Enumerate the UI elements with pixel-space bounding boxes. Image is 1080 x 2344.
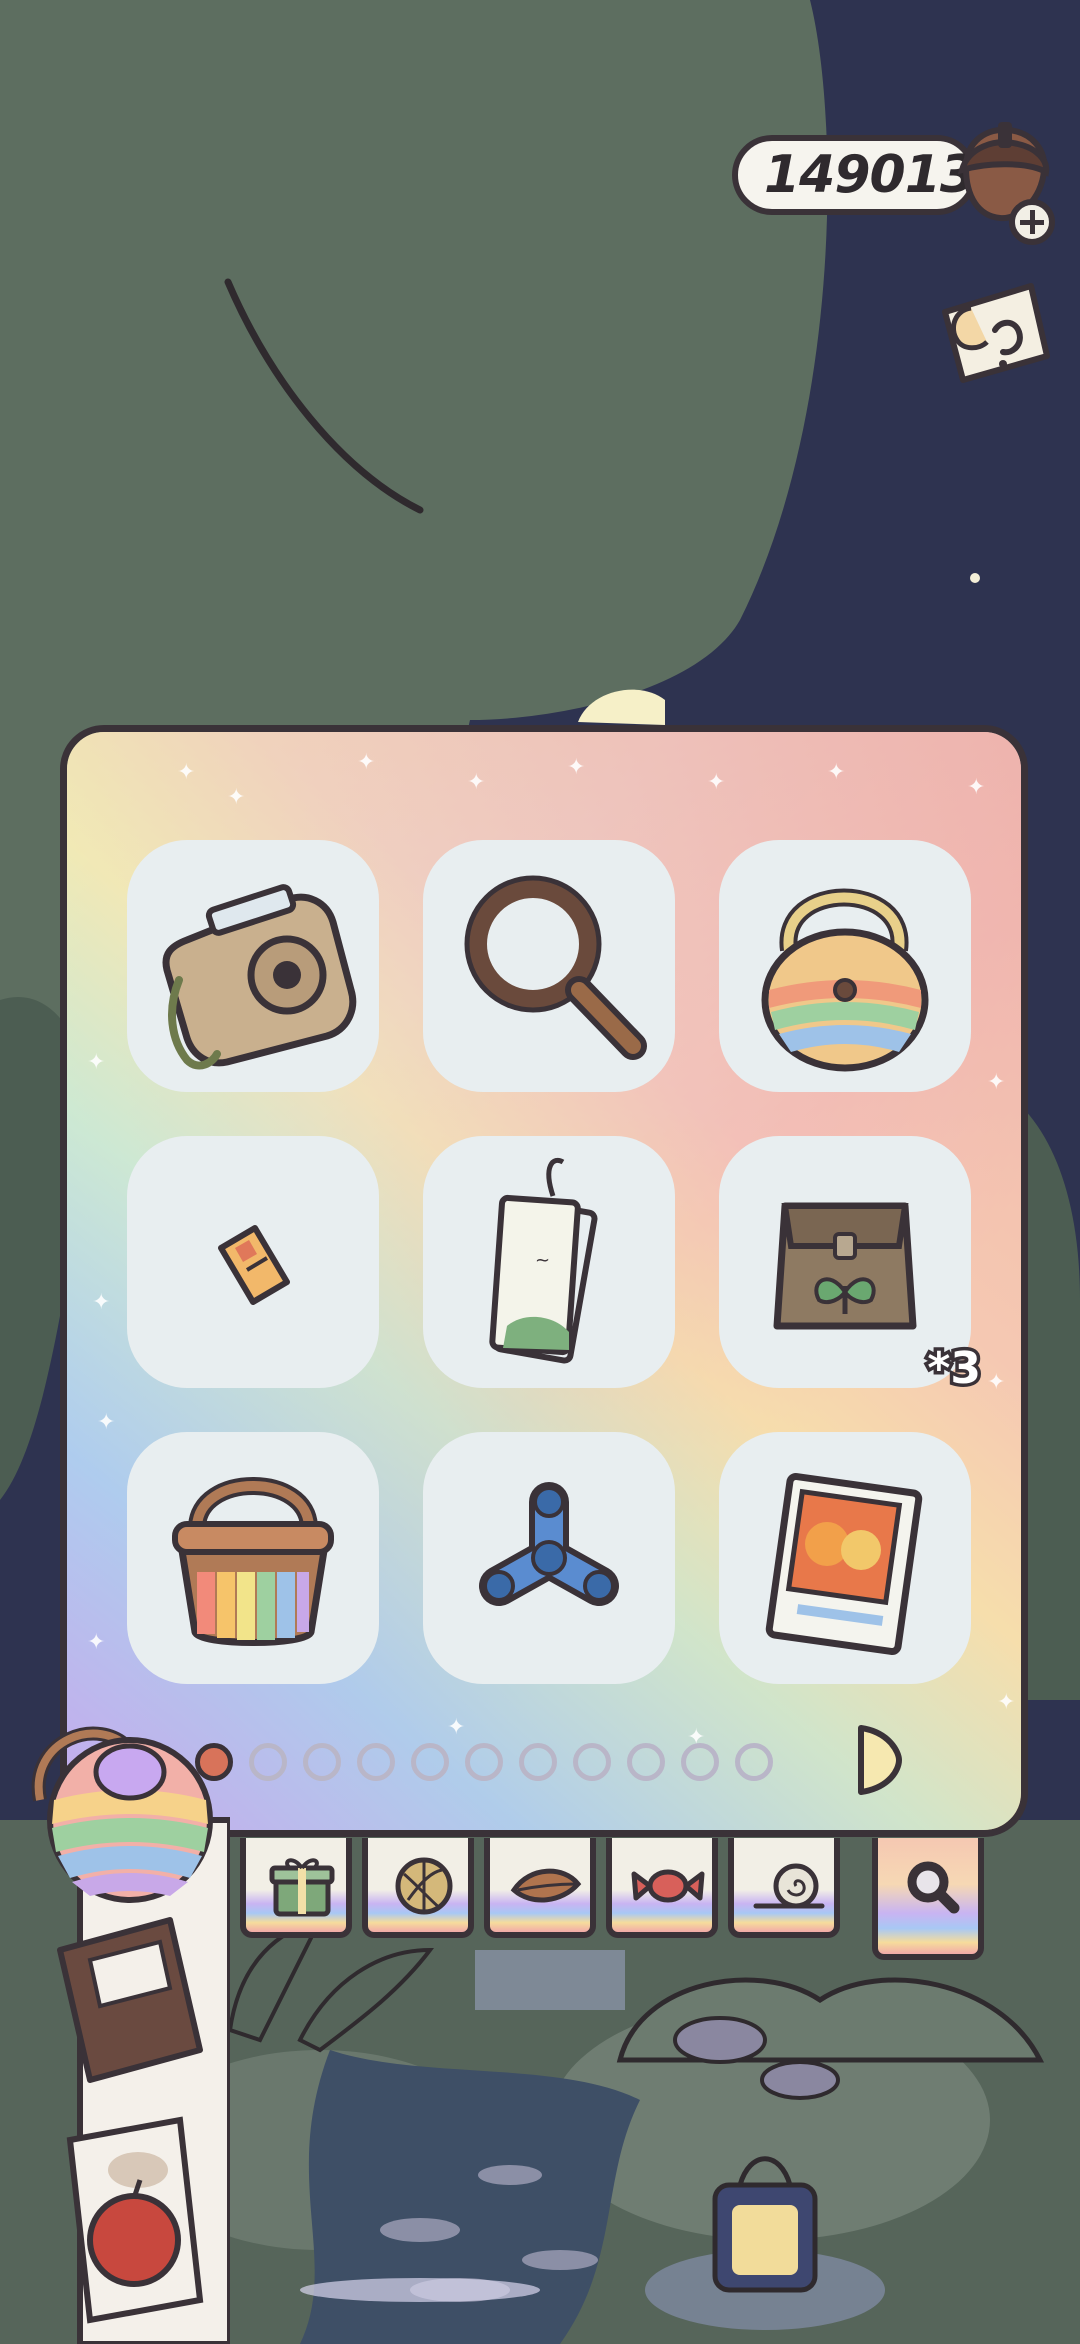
bookmark-tag-icon: ~ bbox=[489, 1158, 598, 1364]
currency-amount: 149013 bbox=[764, 145, 976, 205]
item-slot-rainbow-bucket[interactable] bbox=[127, 1432, 379, 1684]
sparkle-icon: ✦ bbox=[967, 775, 986, 800]
page-dot[interactable] bbox=[735, 1743, 773, 1781]
rainbow-fluffy-bag-icon bbox=[761, 888, 929, 1072]
candy-icon bbox=[631, 1869, 705, 1903]
side-shelf bbox=[31, 1726, 230, 2344]
gift-tab[interactable] bbox=[240, 1838, 352, 1938]
currency-counter: 149013 bbox=[732, 135, 977, 215]
sparkle-icon: ✦ bbox=[97, 1410, 116, 1435]
sparkle-icon: ✦ bbox=[87, 1050, 106, 1075]
yarn-tab[interactable] bbox=[362, 1838, 474, 1938]
sparkle-icon: ✦ bbox=[567, 755, 586, 780]
page-dot[interactable] bbox=[627, 1743, 665, 1781]
sparkle-icon: ✦ bbox=[467, 770, 486, 795]
rainbow-bucket-icon bbox=[172, 1477, 334, 1646]
search-tab[interactable] bbox=[872, 1838, 984, 1960]
snail-tab[interactable] bbox=[728, 1838, 840, 1938]
acorn-icon[interactable] bbox=[948, 110, 1058, 245]
magnifier-icon bbox=[907, 1861, 960, 1914]
sparkle-icon: ✦ bbox=[987, 1070, 1006, 1095]
sparkle-icon: ✦ bbox=[177, 760, 196, 785]
sparkle-icon: ✦ bbox=[227, 785, 246, 810]
page-dot[interactable] bbox=[465, 1743, 503, 1781]
leaf-tab[interactable] bbox=[484, 1838, 596, 1938]
page-dot[interactable] bbox=[357, 1743, 395, 1781]
candy-tab[interactable] bbox=[606, 1838, 718, 1938]
snail-icon bbox=[753, 1863, 825, 1909]
sparkle-icon: ✦ bbox=[707, 770, 726, 795]
item-slot-bookmark-tag[interactable]: ~ bbox=[423, 1136, 675, 1388]
instant-camera-icon bbox=[162, 884, 357, 1070]
ticket-icon bbox=[218, 1225, 290, 1305]
game-scene: 149013 ✦ ✦ ✦ ✦ ✦ ✦ ✦ ✦ ✦ ✦ ✦ ✦ ✦ ✦ ✦ ✦ ✦ bbox=[0, 0, 1080, 2344]
page-indicator bbox=[195, 1732, 773, 1792]
sparkle-icon: ✦ bbox=[87, 1630, 106, 1655]
page-dot[interactable] bbox=[519, 1743, 557, 1781]
item-slot-magnifying-glass[interactable] bbox=[423, 840, 675, 1092]
next-page-arrow-icon[interactable] bbox=[855, 1722, 905, 1798]
item-slot-photo-card[interactable] bbox=[719, 1432, 971, 1684]
svg-text:~: ~ bbox=[535, 1250, 550, 1271]
item-slot-fidget-spinner[interactable] bbox=[423, 1432, 675, 1684]
magnifying-glass-icon bbox=[464, 875, 647, 1060]
page-dot[interactable] bbox=[681, 1743, 719, 1781]
hint-scroll-icon[interactable] bbox=[935, 280, 1055, 390]
item-slot-seed-bag[interactable]: *3 bbox=[719, 1136, 984, 1398]
page-dot[interactable] bbox=[303, 1743, 341, 1781]
sparkle-icon: ✦ bbox=[92, 1290, 111, 1315]
item-slot-rainbow-fluffy-bag[interactable] bbox=[719, 840, 971, 1092]
gift-icon bbox=[269, 1858, 335, 1917]
photo-card-icon bbox=[765, 1473, 923, 1655]
inventory-panel: ✦ ✦ ✦ ✦ ✦ ✦ ✦ ✦ ✦ ✦ ✦ ✦ ✦ ✦ ✦ ✦ ✦ ~ *3 bbox=[60, 725, 1028, 1837]
item-slot-ticket[interactable] bbox=[127, 1136, 379, 1388]
sparkle-icon: ✦ bbox=[357, 750, 376, 775]
item-count-badge: *3 bbox=[924, 1340, 985, 1398]
fidget-spinner-icon bbox=[479, 1482, 619, 1606]
leaf-icon bbox=[510, 1868, 582, 1903]
sparkle-icon: ✦ bbox=[997, 1690, 1016, 1715]
yarn-ball-icon bbox=[395, 1857, 453, 1915]
sparkle-icon: ✦ bbox=[827, 760, 846, 785]
page-dot[interactable] bbox=[249, 1743, 287, 1781]
sparkle-icon: ✦ bbox=[987, 1370, 1006, 1395]
item-slot-instant-camera[interactable] bbox=[127, 840, 379, 1092]
page-dot[interactable] bbox=[573, 1743, 611, 1781]
page-dot[interactable] bbox=[411, 1743, 449, 1781]
